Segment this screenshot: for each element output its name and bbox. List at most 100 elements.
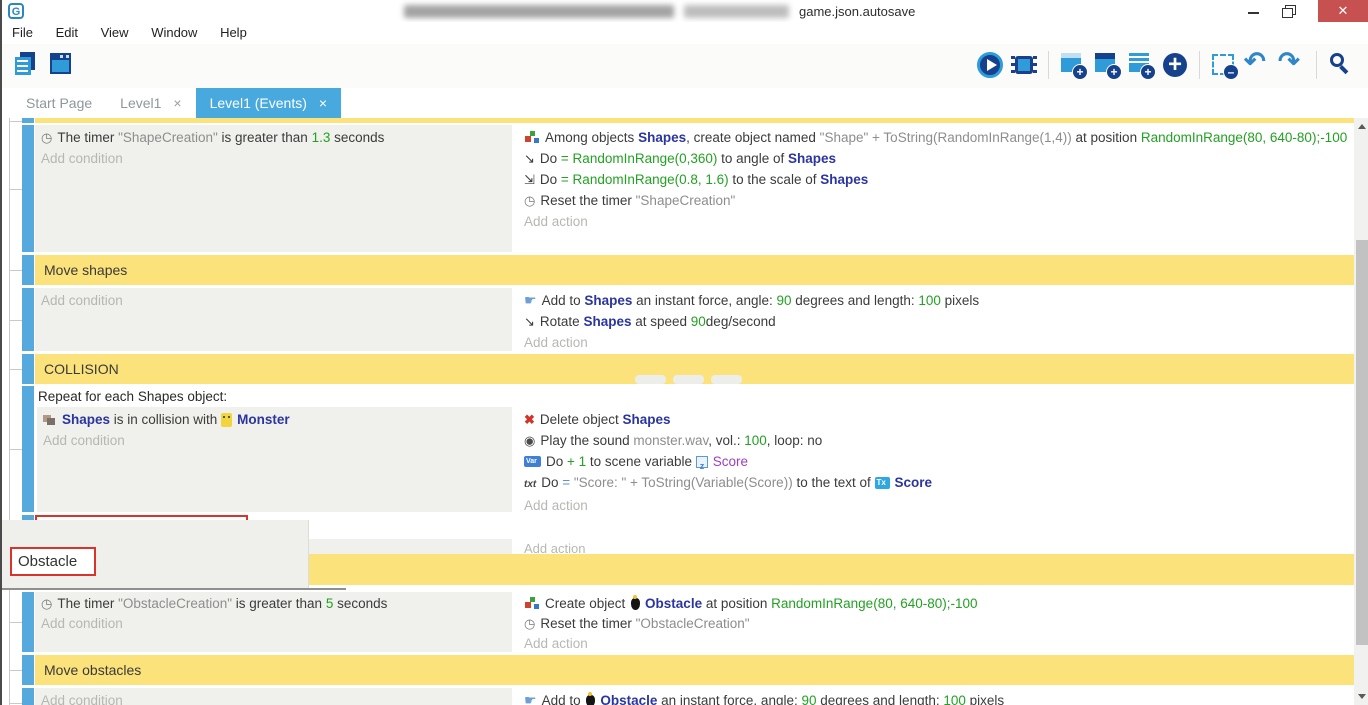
text-segment: "ShapeCreation" — [118, 130, 218, 145]
add-action[interactable]: Add action — [518, 332, 1354, 351]
add-condition[interactable]: Add condition — [37, 430, 512, 451]
action-line[interactable]: Do = "Score: " + ToString(Variable(Score… — [518, 472, 1354, 495]
event-body: Repeat for each Shapes object:Shapes is … — [35, 386, 1354, 512]
action-line[interactable]: Do = RandomInRange(0,360) to angle of Sh… — [518, 148, 1354, 169]
debug-button[interactable] — [1009, 50, 1039, 80]
event-selection-bar[interactable] — [22, 688, 34, 705]
run-button[interactable] — [975, 50, 1005, 80]
text-segment: Play the sound — [540, 433, 633, 448]
comment-box[interactable] — [35, 118, 1354, 123]
event-tree-gutter — [2, 118, 22, 705]
foreach-header[interactable]: Repeat for each Shapes object: — [35, 386, 1354, 407]
restore-button[interactable] — [1272, 0, 1302, 22]
text-segment: to the scale of — [729, 172, 821, 187]
add-action[interactable]: Add action — [518, 541, 1354, 554]
action-line[interactable]: Play the sound monster.wav, vol.: 100, l… — [518, 430, 1354, 451]
scene-var-icon — [696, 456, 708, 468]
text-segment: Add action — [524, 541, 585, 554]
close-button[interactable]: ✕ — [1318, 0, 1368, 22]
timer-icon — [524, 614, 535, 634]
comment-box[interactable]: Move shapes — [35, 255, 1354, 285]
add-condition[interactable]: Add condition — [35, 290, 512, 311]
action-line[interactable]: Rotate Shapes at speed 90deg/second — [518, 311, 1354, 332]
text-segment: Obstacle — [600, 693, 657, 705]
condition-line[interactable]: Shapes is in collision with Monster — [37, 409, 512, 430]
condition-line[interactable]: The timer "ShapeCreation" is greater tha… — [35, 127, 512, 148]
event-selection-bar[interactable] — [22, 125, 34, 252]
event-selection-bar[interactable] — [22, 288, 34, 351]
redo-button[interactable] — [1277, 50, 1307, 80]
tab-level1[interactable]: Level1 × — [106, 88, 195, 118]
menu-help[interactable]: Help — [218, 22, 256, 40]
text-segment: Shapes — [638, 130, 686, 145]
event-selection-bar[interactable] — [22, 255, 34, 285]
conditions-area: The timer "ObstacleCreation" is greater … — [35, 592, 512, 652]
action-line[interactable]: Do = RandomInRange(0.8, 1.6) to the scal… — [518, 169, 1354, 190]
action-line[interactable]: Reset the timer "ObstacleCreation" — [518, 614, 1354, 634]
menu-file[interactable]: File — [10, 22, 42, 40]
action-line[interactable]: Among objects Shapes, create object name… — [518, 127, 1354, 148]
minimize-button[interactable] — [1238, 0, 1268, 22]
search-button[interactable] — [1326, 50, 1356, 80]
text-segment: to scene variable — [586, 454, 696, 469]
text-segment: Delete object — [540, 412, 623, 427]
text-segment: "ObstacleCreation" — [118, 596, 232, 611]
add-action[interactable]: Add action — [518, 211, 1354, 232]
menu-bar: File Edit View Window Help — [2, 22, 1368, 44]
create-icon — [524, 131, 540, 144]
scrollbar-thumb[interactable] — [1356, 240, 1368, 645]
action-line[interactable]: Create object Obstacle at position Rando… — [518, 594, 1354, 614]
scroll-up-arrow[interactable] — [1358, 124, 1366, 129]
delete-event-button[interactable] — [1209, 50, 1239, 80]
add-something-button[interactable] — [1160, 50, 1190, 80]
action-line[interactable]: Add to Obstacle an instant force, angle:… — [518, 690, 1354, 705]
add-subevent-button[interactable] — [1092, 50, 1122, 80]
object-name-input[interactable] — [10, 547, 96, 576]
text-segment: an instant force, angle: — [657, 693, 801, 705]
text-segment: 100 — [744, 433, 767, 448]
actions-area: Delete object ShapesPlay the sound monst… — [518, 407, 1354, 512]
add-condition[interactable]: Add condition — [35, 614, 512, 634]
add-condition[interactable]: Add condition — [35, 690, 512, 705]
blurred-title-segment — [404, 5, 674, 18]
action-line[interactable]: Delete object Shapes — [518, 409, 1354, 430]
vertical-scrollbar[interactable] — [1354, 118, 1368, 705]
tab-close-icon[interactable]: × — [319, 95, 327, 111]
add-action[interactable]: Add action — [518, 634, 1354, 652]
project-manager-button[interactable] — [12, 50, 42, 80]
undo-button[interactable] — [1243, 50, 1273, 80]
text-segment: The timer — [57, 596, 118, 611]
tab-level1-events[interactable]: Level1 (Events) × — [196, 88, 341, 118]
event-split: Add condition Add to Shapes an instant fo… — [35, 288, 1354, 351]
tab-close-icon[interactable]: × — [173, 95, 181, 111]
text-segment: is in collision with — [110, 412, 221, 427]
action-line[interactable]: Do + 1 to scene variable Score — [518, 451, 1354, 472]
menu-window[interactable]: Window — [149, 22, 206, 40]
add-condition[interactable]: Add condition — [35, 148, 512, 169]
event-selection-bar[interactable] — [22, 655, 34, 685]
menu-view[interactable]: View — [99, 22, 138, 40]
event-selection-bar[interactable] — [22, 386, 34, 512]
event-selection-bar[interactable] — [22, 118, 34, 123]
action-line[interactable]: Add to Shapes an instant force, angle: 9… — [518, 290, 1354, 311]
add-event-button[interactable] — [1058, 50, 1088, 80]
toolbar-right-group — [973, 50, 1358, 80]
editors-window-button[interactable] — [46, 50, 76, 80]
event-selection-bar[interactable] — [22, 354, 34, 384]
comment-box[interactable]: Move obstacles — [35, 655, 1354, 685]
condition-line[interactable]: The timer "ObstacleCreation" is greater … — [35, 594, 512, 614]
tree-tick — [9, 270, 22, 271]
comment-label: Move shapes — [44, 262, 127, 278]
create-icon — [524, 597, 540, 610]
scroll-down-arrow[interactable] — [1358, 694, 1366, 699]
menu-edit[interactable]: Edit — [54, 22, 87, 40]
action-line[interactable]: Reset the timer "ShapeCreation" — [518, 190, 1354, 211]
event-move-shapes: Add condition Add to Shapes an instant fo… — [35, 288, 1354, 351]
add-comment-button[interactable] — [1126, 50, 1156, 80]
text-segment: Add condition — [41, 693, 123, 705]
add-action[interactable]: Add action — [518, 495, 1354, 512]
actions-area: Create object Obstacle at position Rando… — [518, 592, 1354, 652]
event-selection-bar[interactable] — [22, 592, 34, 652]
tab-start-page[interactable]: Start Page — [12, 88, 106, 118]
blurred-title-segment — [684, 5, 789, 18]
